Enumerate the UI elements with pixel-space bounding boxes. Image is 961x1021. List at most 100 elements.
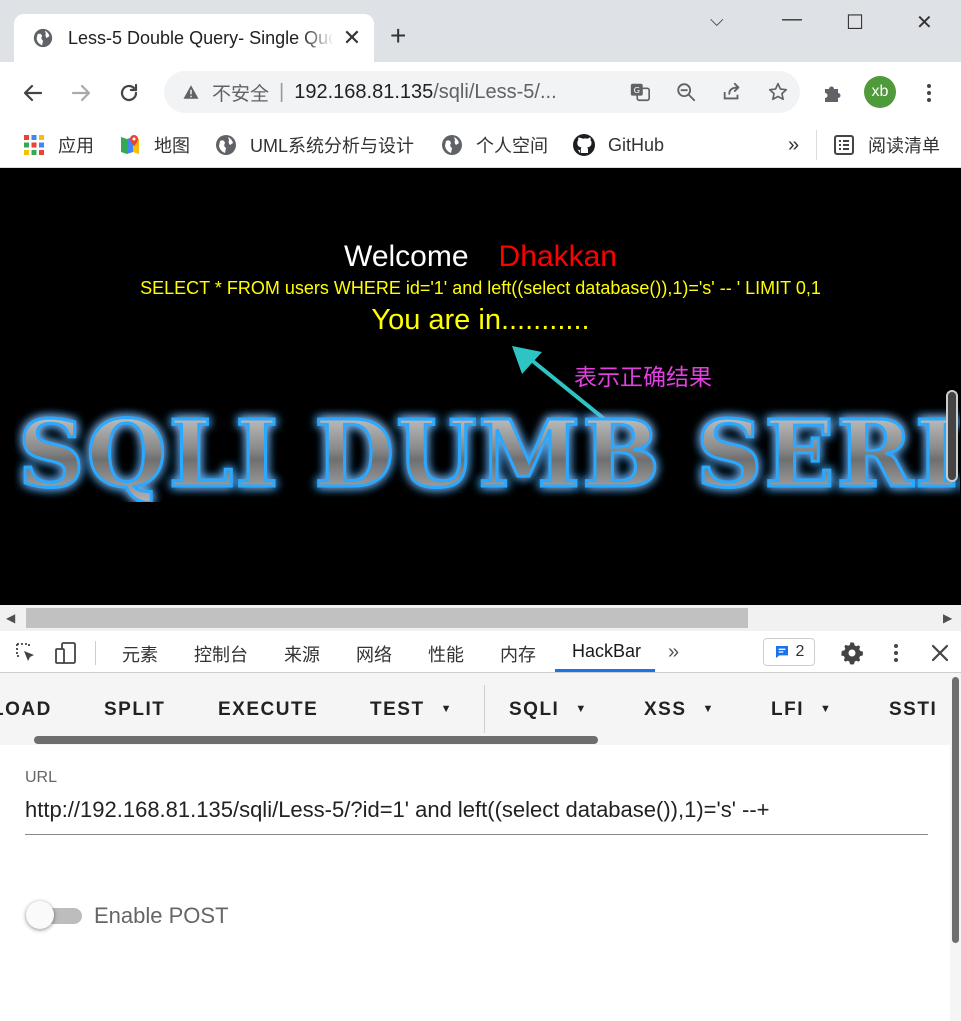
issues-count: 2 bbox=[795, 643, 805, 660]
new-tab-button[interactable]: + bbox=[390, 22, 406, 50]
browser-menu-button[interactable] bbox=[912, 76, 946, 110]
url-host: 192.168.81.135 bbox=[294, 80, 434, 103]
devtools-menu-icon[interactable] bbox=[884, 641, 908, 665]
url-field[interactable]: http://192.168.81.135/sqli/Less-5/?id=1'… bbox=[25, 797, 770, 823]
divider bbox=[95, 641, 96, 665]
back-button[interactable] bbox=[16, 76, 50, 110]
puzzle-icon bbox=[825, 86, 841, 102]
bookmark-github[interactable]: GitHub bbox=[572, 128, 664, 162]
more-tabs-button[interactable]: » bbox=[668, 641, 679, 664]
tab-title: Less-5 Double Query- Single Quotes- Stri… bbox=[68, 27, 334, 48]
test-menu-button[interactable]: TEST ▼ bbox=[370, 699, 453, 721]
issues-badge[interactable]: 2 bbox=[763, 638, 815, 666]
tab-sources[interactable]: 来源 bbox=[284, 641, 320, 667]
profile-avatar[interactable]: xb bbox=[864, 76, 896, 108]
button-label: SSTI bbox=[889, 699, 938, 720]
forward-button[interactable] bbox=[64, 76, 98, 110]
sql-query-text: SELECT * FROM users WHERE id='1' and lef… bbox=[140, 278, 821, 298]
bookmark-label: UML系统分析与设计 bbox=[250, 136, 415, 156]
lfi-menu-button[interactable]: LFI ▼ bbox=[771, 699, 832, 721]
extensions-button[interactable] bbox=[816, 76, 850, 110]
bookmark-maps[interactable]: 地图 bbox=[118, 128, 190, 162]
bookmark-personal-space[interactable]: 个人空间 bbox=[440, 128, 548, 162]
horizontal-scrollbar[interactable]: ◀ ▶ bbox=[0, 605, 961, 631]
bookmark-uml[interactable]: UML系统分析与设计 bbox=[214, 128, 414, 162]
tab-performance[interactable]: 性能 bbox=[428, 641, 464, 667]
svg-text:G: G bbox=[634, 85, 640, 95]
load-button[interactable]: LOAD bbox=[0, 699, 52, 721]
translate-icon[interactable]: G bbox=[628, 80, 652, 104]
xss-menu-button[interactable]: XSS ▼ bbox=[644, 699, 715, 721]
active-tab-indicator bbox=[555, 669, 655, 672]
bookmark-label: 应用 bbox=[58, 136, 94, 156]
divider bbox=[816, 130, 817, 160]
inspect-element-icon[interactable] bbox=[14, 641, 38, 665]
tab-network[interactable]: 网络 bbox=[356, 641, 392, 667]
reading-list-button[interactable]: 阅读清单 bbox=[832, 128, 940, 162]
execute-button[interactable]: EXECUTE bbox=[218, 699, 318, 721]
reload-button[interactable] bbox=[112, 76, 146, 110]
bookmarks-overflow-button[interactable]: » bbox=[788, 128, 799, 162]
warning-icon[interactable] bbox=[182, 83, 200, 101]
button-label: LFI bbox=[771, 699, 804, 720]
page-scroll-widget[interactable] bbox=[946, 390, 958, 482]
scrollbar-thumb[interactable] bbox=[952, 677, 959, 943]
address-bar[interactable]: 不安全 | 192.168.81.135/sqli/Less-5/... G bbox=[164, 71, 800, 113]
enable-post-label: Enable POST bbox=[94, 903, 229, 928]
url-path: /sqli/Less-5/... bbox=[433, 80, 557, 103]
bookmark-label: 地图 bbox=[154, 136, 190, 156]
bookmark-star-icon[interactable] bbox=[766, 80, 790, 104]
bookmark-label: 个人空间 bbox=[476, 136, 548, 156]
close-tab-icon[interactable]: ✕ bbox=[342, 25, 362, 51]
welcome-line: Welcome Dhakkan bbox=[0, 240, 961, 274]
browser-tab[interactable]: Less-5 Double Query- Single Quotes- Stri… bbox=[14, 14, 374, 62]
tab-elements[interactable]: 元素 bbox=[122, 641, 158, 667]
tab-search-icon[interactable]: ⌵ bbox=[710, 10, 724, 31]
bookmark-label: GitHub bbox=[608, 134, 665, 155]
url-field-label: URL bbox=[25, 769, 58, 786]
settings-gear-icon[interactable] bbox=[840, 641, 864, 665]
button-label: LOAD bbox=[0, 699, 52, 720]
close-window-button[interactable]: ✕ bbox=[916, 10, 933, 35]
title-bar: Less-5 Double Query- Single Quotes- Stri… bbox=[0, 0, 961, 62]
globe-icon bbox=[442, 135, 462, 155]
url-field-underline bbox=[25, 834, 928, 835]
share-icon[interactable] bbox=[720, 80, 744, 104]
separator: | bbox=[279, 80, 285, 103]
hackbar-toolbar: LOAD SPLIT EXECUTE TEST ▼ SQLI ▼ XSS ▼ LFI ▼… bbox=[0, 673, 950, 745]
forward-arrow-icon bbox=[71, 84, 91, 102]
ssti-menu-button[interactable]: SSTI bbox=[889, 699, 937, 721]
maps-icon bbox=[121, 135, 139, 154]
scrollbar-thumb[interactable] bbox=[26, 608, 748, 628]
button-label: SQLI bbox=[509, 699, 560, 720]
annotation-text: 表示正确结果 bbox=[574, 364, 712, 390]
scroll-left-icon[interactable]: ◀ bbox=[6, 611, 15, 625]
tab-memory[interactable]: 内存 bbox=[500, 641, 536, 667]
device-toolbar-icon[interactable] bbox=[54, 641, 78, 665]
sqli-dumb-series-banner: SQLI DUMB SERIES bbox=[17, 406, 961, 502]
tab-hackbar[interactable]: HackBar bbox=[572, 641, 641, 662]
caret-down-icon: ▼ bbox=[702, 703, 715, 715]
zoom-icon[interactable] bbox=[674, 80, 698, 104]
omnibox-actions: G bbox=[628, 80, 790, 104]
reload-icon bbox=[120, 83, 138, 102]
button-label: SPLIT bbox=[104, 699, 166, 720]
close-devtools-icon[interactable] bbox=[928, 641, 952, 665]
back-arrow-icon bbox=[23, 84, 43, 102]
sqli-menu-button[interactable]: SQLI ▼ bbox=[509, 699, 588, 721]
bookmark-apps[interactable]: 应用 bbox=[22, 128, 94, 162]
split-button[interactable]: SPLIT bbox=[104, 699, 165, 721]
apps-grid-icon bbox=[24, 135, 44, 155]
toolbar-scrollbar-thumb[interactable] bbox=[34, 736, 598, 744]
globe-icon bbox=[33, 28, 53, 48]
scroll-right-icon[interactable]: ▶ bbox=[943, 611, 952, 625]
hackbar-body: URL http://192.168.81.135/sqli/Less-5/?i… bbox=[0, 745, 950, 1021]
result-message: You are in........... bbox=[371, 304, 590, 336]
caret-down-icon: ▼ bbox=[440, 703, 453, 715]
minimize-button[interactable]: — bbox=[782, 8, 802, 31]
tab-console[interactable]: 控制台 bbox=[194, 641, 248, 667]
panel-vertical-scrollbar[interactable] bbox=[950, 673, 961, 1021]
bookmarks-bar: 应用 地图 UML系统分析与设计 个人空间 GitHub » 阅读清单 bbox=[0, 124, 961, 168]
enable-post-toggle[interactable] bbox=[26, 901, 82, 929]
maximize-button[interactable]: ☐ bbox=[846, 10, 864, 35]
